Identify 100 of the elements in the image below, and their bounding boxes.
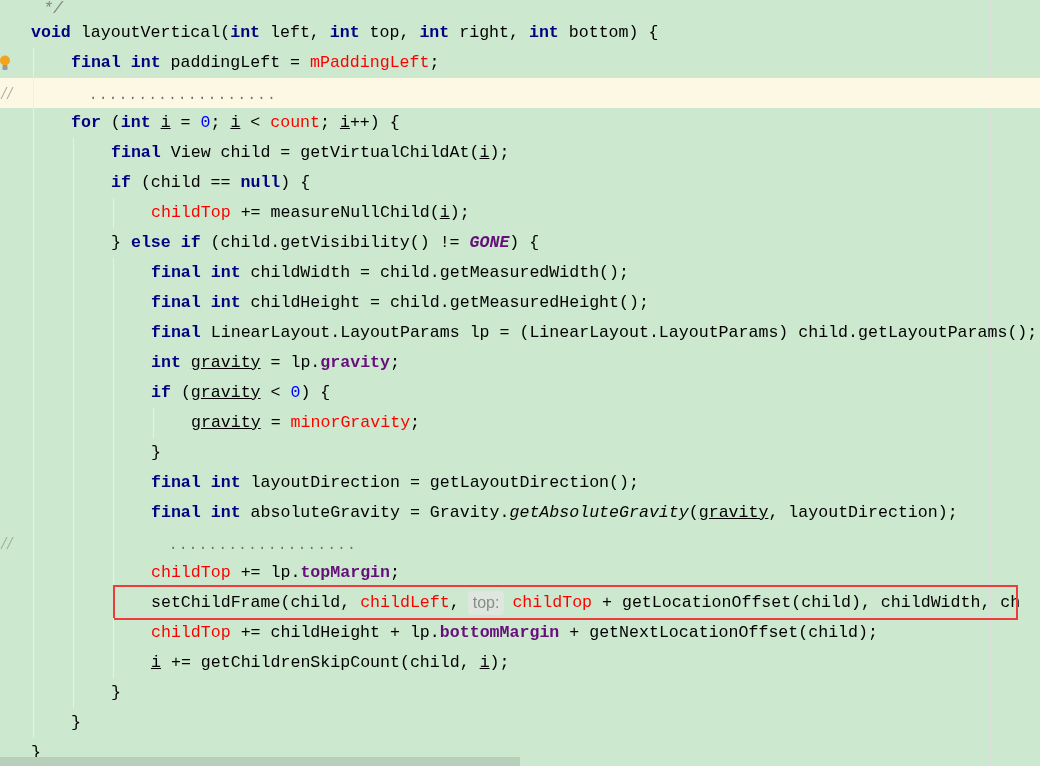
variable-name: i (230, 111, 241, 134)
variable-name: minorGravity (290, 411, 411, 434)
code-text: , layoutDirection); (768, 501, 958, 524)
code-text: += measureNullChild( (239, 201, 440, 224)
keyword: final int (151, 501, 241, 524)
keyword: if (151, 381, 171, 404)
keyword: for (71, 111, 101, 134)
code-text: ; (410, 411, 421, 434)
folded-code-placeholder[interactable]: ................... (169, 535, 358, 556)
code-text: childWidth = child.getMeasuredWidth(); (249, 261, 629, 284)
constant-name: GONE (469, 231, 510, 254)
code-text: ( (179, 381, 191, 404)
code-text: < (249, 111, 262, 134)
code-text: setChildFrame(child, (151, 591, 352, 614)
code-text: layoutDirection = getLayoutDirection(); (249, 471, 639, 494)
code-text: ) { (300, 381, 331, 404)
code-text: ( (688, 501, 699, 524)
code-text: layoutVertical( (79, 21, 231, 44)
keyword: int (419, 21, 450, 44)
code-text: } (71, 711, 81, 734)
code-text: + getNextLocationOffset(child); (568, 621, 878, 644)
number-literal: 0 (290, 381, 301, 404)
number-literal: 0 (200, 111, 211, 134)
fold-marker-icon[interactable] (0, 536, 15, 550)
code-text: right, (458, 21, 520, 44)
keyword: final int (71, 51, 161, 74)
folded-code-placeholder[interactable]: ................... (89, 85, 278, 106)
parameter-hint[interactable]: top: (467, 591, 505, 615)
code-text: } (111, 681, 121, 704)
fold-marker-icon[interactable] (0, 86, 15, 100)
code-text: left, (269, 21, 321, 44)
keyword: int (120, 111, 152, 134)
variable-name: childTop (151, 561, 231, 584)
code-text: absoluteGravity = Gravity. (249, 501, 510, 524)
variable-name: mPaddingLeft (310, 51, 430, 74)
code-text: top, (368, 21, 411, 44)
keyword: void (31, 21, 71, 44)
code-text: = (179, 111, 192, 134)
code-text: ; (390, 351, 400, 374)
keyword: int (528, 21, 559, 44)
keyword: if (111, 171, 131, 194)
variable-name: i (160, 111, 171, 134)
variable-name: gravity (190, 351, 261, 374)
code-text: ++) { (349, 111, 400, 134)
keyword: final (151, 321, 201, 344)
code-text: LinearLayout.LayoutParams lp = (LinearLayout.LayoutParams) child.getLayoutParams(); (209, 321, 1038, 344)
code-text: ); (489, 651, 510, 674)
keyword: final int (151, 471, 241, 494)
code-text: = (269, 411, 282, 434)
code-text: ) { (280, 171, 311, 194)
code-text: += getChildrenSkipCount(child, (169, 651, 471, 674)
code-text: ( (109, 111, 121, 134)
variable-name: childTop (151, 201, 231, 224)
code-text: ); (489, 141, 510, 164)
keyword: int (329, 21, 360, 44)
variable-name: gravity (191, 411, 261, 434)
code-text: += childHeight + lp. (239, 621, 440, 644)
code-text: } (151, 441, 161, 464)
variable-name: childLeft (360, 591, 450, 614)
static-method-name: getAbsoluteGravity (509, 501, 689, 524)
field-name: gravity (320, 351, 391, 374)
code-text: ; (320, 111, 331, 134)
keyword: int (151, 351, 182, 374)
code-text: = lp. (269, 351, 321, 374)
field-name: bottomMargin (439, 621, 560, 644)
lightbulb-icon[interactable] (0, 55, 10, 71)
variable-name: gravity (190, 381, 261, 404)
code-text: paddingLeft = (169, 51, 302, 74)
code-text: ; (429, 51, 440, 74)
code-text: ) { (509, 231, 540, 254)
code-text: , (449, 591, 460, 614)
code-text: childHeight = child.getMeasuredHeight(); (249, 291, 649, 314)
variable-name: gravity (698, 501, 769, 524)
keyword: int (230, 21, 261, 44)
keyword: else if (130, 231, 201, 254)
field-name: topMargin (300, 561, 390, 584)
code-text: ); (449, 201, 470, 224)
code-text: ; (210, 111, 222, 134)
comment-text: */ (43, 0, 63, 20)
variable-name: i (439, 201, 450, 224)
code-text: += lp. (239, 561, 301, 584)
variable-name: count (270, 111, 320, 134)
code-text: ; (390, 561, 400, 584)
variable-name: childTop (151, 621, 231, 644)
horizontal-scrollbar[interactable] (0, 757, 520, 766)
code-text: View child = getVirtualChildAt( (169, 141, 480, 164)
keyword: final int (151, 261, 241, 284)
variable-name: i (339, 111, 350, 134)
variable-name: i (151, 651, 161, 674)
keyword: final (111, 141, 161, 164)
code-text: bottom) { (567, 21, 659, 44)
code-text: } (111, 231, 122, 254)
variable-name: i (479, 651, 490, 674)
keyword: final int (151, 291, 241, 314)
variable-name: i (479, 141, 490, 164)
code-text: (child == (139, 171, 232, 194)
code-text: < (269, 381, 282, 404)
keyword: null (240, 171, 281, 194)
variable-name: childTop (512, 591, 593, 614)
code-text: (child.getVisibility() != (209, 231, 461, 254)
